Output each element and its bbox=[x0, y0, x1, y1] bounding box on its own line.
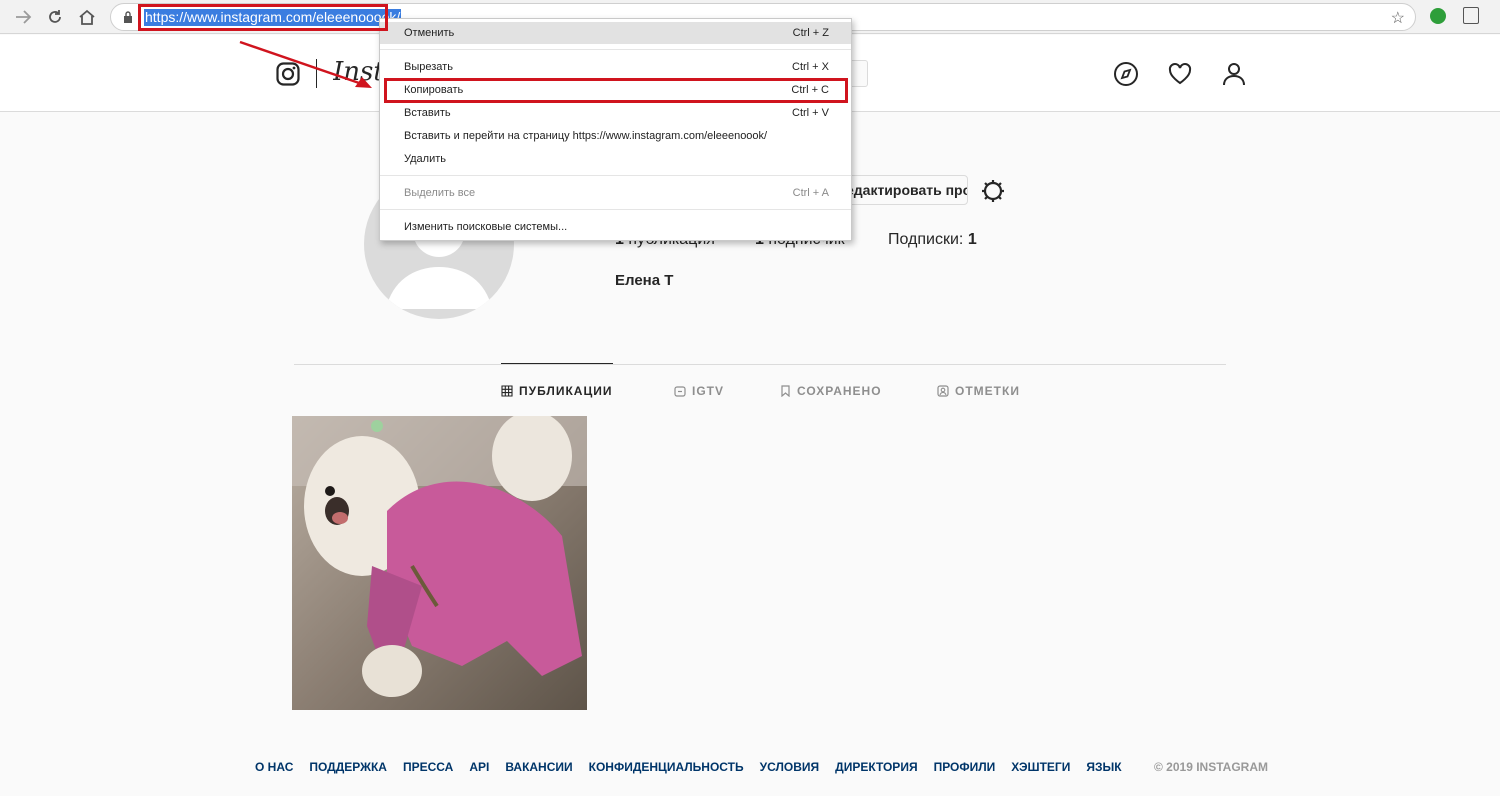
extension-page-icon[interactable] bbox=[1463, 7, 1479, 24]
menu-item-select-all[interactable]: Выделить все Ctrl + A bbox=[380, 182, 851, 204]
extension-green-icon[interactable] bbox=[1430, 8, 1446, 24]
following-count: 1 bbox=[967, 231, 977, 248]
copyright-text: © 2019 INSTAGRAM bbox=[1154, 760, 1268, 774]
copy-highlight-annotation bbox=[384, 78, 848, 103]
menu-item-paste-shortcut: Ctrl + V bbox=[792, 107, 829, 119]
heart-icon[interactable] bbox=[1167, 61, 1193, 87]
back-arrow-icon[interactable] bbox=[12, 6, 34, 28]
menu-item-delete-label: Удалить bbox=[404, 153, 446, 165]
menu-item-paste-and-go[interactable]: Вставить и перейти на страницу https://w… bbox=[380, 125, 851, 147]
tagged-person-icon bbox=[937, 385, 949, 397]
menu-item-cut-label: Вырезать bbox=[404, 61, 453, 73]
menu-item-cut-shortcut: Ctrl + X bbox=[792, 61, 829, 73]
tab-posts[interactable]: ПУБЛИКАЦИИ bbox=[501, 384, 612, 398]
lock-icon bbox=[124, 11, 132, 23]
context-menu: Отменить Ctrl + Z Вырезать Ctrl + X Копи… bbox=[379, 18, 852, 241]
bookmark-star-icon[interactable]: ☆ bbox=[1391, 8, 1405, 28]
menu-separator bbox=[380, 175, 851, 176]
menu-separator bbox=[380, 49, 851, 50]
url-highlight-annotation bbox=[138, 4, 388, 31]
reload-icon[interactable] bbox=[44, 6, 66, 28]
grid-icon bbox=[501, 385, 513, 397]
full-name: Елена Т bbox=[615, 272, 674, 289]
tab-saved-label: СОХРАНЕНО bbox=[797, 384, 882, 398]
footer-link-press[interactable]: ПРЕССА bbox=[403, 760, 453, 774]
menu-item-delete[interactable]: Удалить bbox=[380, 148, 851, 170]
footer-link-directory[interactable]: ДИРЕКТОРИЯ bbox=[835, 760, 917, 774]
footer-link-jobs[interactable]: ВАКАНСИИ bbox=[505, 760, 572, 774]
menu-item-select-all-label: Выделить все bbox=[404, 187, 476, 199]
igtv-icon bbox=[674, 386, 686, 397]
footer-link-privacy[interactable]: КОНФИДЕНЦИАЛЬНОСТЬ bbox=[589, 760, 744, 774]
instagram-wordmark[interactable]: Instagram bbox=[333, 57, 381, 87]
menu-item-search-engines-label: Изменить поисковые системы... bbox=[404, 221, 568, 233]
home-icon[interactable] bbox=[76, 6, 98, 28]
menu-item-undo[interactable]: Отменить Ctrl + Z bbox=[380, 22, 851, 44]
bookmark-icon bbox=[781, 385, 790, 397]
footer-link-language[interactable]: ЯЗЫК bbox=[1086, 760, 1121, 774]
menu-separator bbox=[380, 209, 851, 210]
dog-photo-image bbox=[292, 416, 587, 710]
menu-item-undo-shortcut: Ctrl + Z bbox=[792, 27, 829, 39]
tab-tagged-label: ОТМЕТКИ bbox=[955, 384, 1020, 398]
menu-item-paste-and-go-label: Вставить и перейти на страницу https://w… bbox=[404, 130, 768, 142]
profile-user-icon[interactable] bbox=[1221, 61, 1247, 87]
active-tab-indicator bbox=[501, 363, 613, 364]
following-label: Подписки: bbox=[888, 231, 964, 248]
following-stat[interactable]: Подписки: 1 bbox=[888, 231, 977, 249]
logo-divider bbox=[316, 59, 317, 88]
tab-igtv[interactable]: IGTV bbox=[674, 384, 724, 398]
tabs-divider bbox=[294, 364, 1226, 365]
explore-compass-icon[interactable] bbox=[1113, 61, 1139, 87]
footer-link-support[interactable]: ПОДДЕРЖКА bbox=[309, 760, 387, 774]
menu-item-paste-label: Вставить bbox=[404, 107, 451, 119]
menu-item-search-engines[interactable]: Изменить поисковые системы... bbox=[380, 216, 851, 238]
tab-tagged[interactable]: ОТМЕТКИ bbox=[937, 384, 1020, 398]
edit-profile-button[interactable]: Редактировать профиль bbox=[836, 175, 968, 205]
settings-gear-icon[interactable] bbox=[980, 178, 1006, 204]
footer-link-terms[interactable]: УСЛОВИЯ bbox=[760, 760, 820, 774]
footer-link-api[interactable]: API bbox=[469, 760, 489, 774]
menu-item-undo-label: Отменить bbox=[404, 27, 455, 39]
footer-link-hashtags[interactable]: ХЭШТЕГИ bbox=[1011, 760, 1070, 774]
tab-posts-label: ПУБЛИКАЦИИ bbox=[519, 384, 613, 398]
footer-link-profiles[interactable]: ПРОФИЛИ bbox=[934, 760, 996, 774]
menu-item-paste[interactable]: Вставить Ctrl + V bbox=[380, 102, 851, 124]
tab-igtv-label: IGTV bbox=[692, 384, 725, 398]
search-input[interactable] bbox=[852, 60, 868, 87]
tab-saved[interactable]: СОХРАНЕНО bbox=[780, 384, 882, 398]
menu-item-select-all-shortcut: Ctrl + A bbox=[792, 187, 829, 199]
menu-item-cut[interactable]: Вырезать Ctrl + X bbox=[380, 56, 851, 78]
post-thumbnail[interactable] bbox=[292, 416, 587, 710]
instagram-camera-icon[interactable] bbox=[276, 62, 300, 86]
footer-link-about[interactable]: О НАС bbox=[255, 760, 293, 774]
footer-links: О НАС ПОДДЕРЖКА ПРЕССА API ВАКАНСИИ КОНФ… bbox=[255, 760, 1122, 774]
